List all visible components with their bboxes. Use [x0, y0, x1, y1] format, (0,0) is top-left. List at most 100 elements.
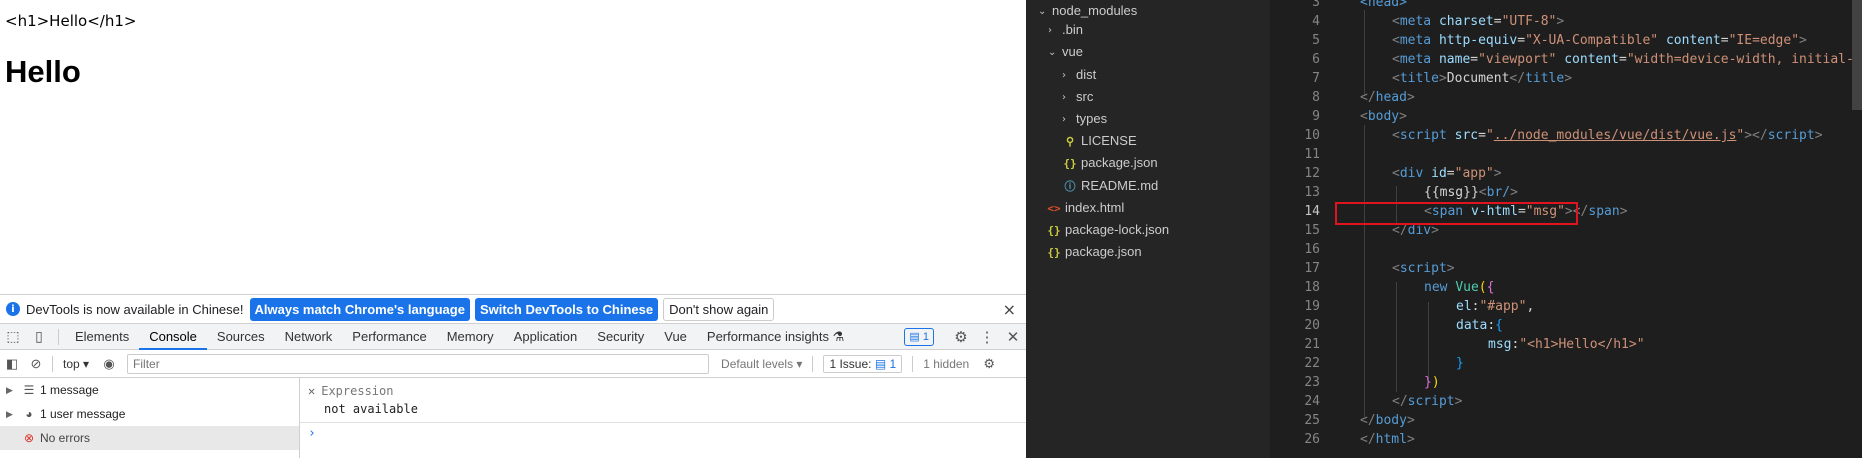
- tab-console[interactable]: Console: [139, 324, 207, 350]
- red-highlight-annotation: [1335, 202, 1578, 225]
- code-line: <script src="../node_modules/vue/dist/vu…: [1392, 128, 1823, 143]
- issues-label: 1 Issue:: [829, 356, 872, 371]
- folder-src[interactable]: › src: [1062, 86, 1093, 108]
- line-number: 20: [1304, 318, 1320, 333]
- file-license[interactable]: ⚲ LICENSE: [1062, 130, 1137, 152]
- code-line: }): [1424, 375, 1440, 390]
- file-index-html[interactable]: <> index.html: [1046, 197, 1124, 219]
- console-settings-icon[interactable]: ⚙: [977, 356, 1001, 372]
- info-icon: i: [6, 302, 20, 316]
- sidebar-toggle-icon[interactable]: ◧: [0, 356, 24, 372]
- eye-icon[interactable]: ◉: [97, 356, 121, 372]
- line-number-active: 14: [1304, 204, 1320, 219]
- sidebar-item-user-messages[interactable]: ▶ ◕ 1 user message: [0, 402, 299, 426]
- tab-sources[interactable]: Sources: [207, 324, 275, 350]
- file-package-json[interactable]: {} package.json: [1046, 241, 1142, 263]
- code-line: </head>: [1360, 90, 1415, 105]
- code-line: <head>: [1360, 0, 1407, 10]
- file-package-lock-json[interactable]: {} package-lock.json: [1046, 219, 1169, 241]
- tab-network[interactable]: Network: [275, 324, 343, 350]
- code-line: }: [1456, 356, 1464, 371]
- sidebar-item-messages[interactable]: ▶ ☰ 1 message: [0, 378, 299, 402]
- remove-expression-icon[interactable]: ✕: [308, 384, 315, 398]
- code-editor[interactable]: 3 4 5 6 7 8 9 10 11 12 13 14 15 16 17 18…: [1270, 0, 1862, 458]
- log-levels-dropdown[interactable]: Default levels ▾: [721, 357, 802, 371]
- console-sidebar: ▶ ☰ 1 message ▶ ◕ 1 user message ⊗ No er…: [0, 378, 300, 458]
- live-expression: ✕ Expression: [308, 384, 393, 398]
- code-line: el:"#app",: [1456, 299, 1535, 314]
- chevron-right-icon: ›: [1062, 69, 1066, 81]
- code-line: <meta http-equiv="X-UA-Compatible" conte…: [1392, 33, 1807, 48]
- inspect-element-icon[interactable]: ⬚: [0, 324, 26, 350]
- folder-bin[interactable]: › .bin: [1048, 19, 1083, 41]
- context-selector[interactable]: top ▾: [63, 357, 89, 371]
- log-levels-label: Default levels: [721, 356, 794, 371]
- issues-button[interactable]: 1 Issue: ▤ 1: [823, 354, 903, 373]
- page-viewport: <h1>Hello</h1> Hello: [0, 0, 1026, 294]
- chevron-right-icon: ›: [1062, 113, 1066, 125]
- explorer-item-label: package-lock.json: [1065, 222, 1170, 237]
- code-line: <title>Document</title>: [1392, 71, 1573, 86]
- json-file-icon: {}: [1047, 245, 1061, 259]
- explorer-item-label: package.json: [1081, 155, 1158, 170]
- console-prompt[interactable]: ›: [308, 426, 316, 441]
- folder-vue[interactable]: ⌄ vue: [1048, 41, 1083, 63]
- device-toolbar-icon[interactable]: ▯: [26, 324, 52, 350]
- error-icon: ⊗: [23, 431, 35, 445]
- explorer-item-label: package.json: [1065, 244, 1142, 259]
- line-number: 25: [1304, 413, 1320, 428]
- json-file-icon: {}: [1063, 156, 1077, 170]
- infobar-message: DevTools is now available in Chinese!: [26, 301, 244, 317]
- close-icon[interactable]: ×: [1003, 300, 1016, 319]
- explorer-item-label: LICENSE: [1081, 133, 1137, 148]
- folder-types[interactable]: › types: [1062, 108, 1107, 130]
- code-line: <body>: [1360, 109, 1407, 124]
- more-options-icon[interactable]: ⋮: [974, 328, 1000, 346]
- code-line: </html>: [1360, 432, 1415, 447]
- tab-memory[interactable]: Memory: [437, 324, 504, 350]
- sidebar-item-errors[interactable]: ⊗ No errors: [0, 426, 299, 450]
- explorer-item-label: types: [1076, 111, 1108, 126]
- license-icon: ⚲: [1065, 134, 1075, 148]
- code-line: </body>: [1360, 413, 1415, 428]
- line-number: 22: [1304, 356, 1320, 371]
- expand-arrow-icon: ▶: [6, 384, 13, 395]
- gear-icon[interactable]: ⚙: [948, 328, 974, 346]
- expression-value: not available: [324, 402, 418, 416]
- flask-icon: ⚗: [832, 328, 845, 344]
- line-number: 11: [1304, 147, 1320, 162]
- issues-badge[interactable]: ▤ 1: [904, 328, 934, 346]
- code-line: <meta charset="UTF-8">: [1392, 14, 1565, 29]
- line-number: 23: [1304, 375, 1320, 390]
- code-line: <script>: [1392, 261, 1455, 276]
- switch-devtools-chinese-button[interactable]: Switch DevTools to Chinese: [474, 297, 659, 321]
- tab-security[interactable]: Security: [587, 324, 654, 350]
- sidebar-item-label: 1 message: [40, 383, 99, 397]
- always-match-language-button[interactable]: Always match Chrome's language: [249, 297, 470, 321]
- editor-scrollbar[interactable]: [1852, 0, 1862, 110]
- tab-elements[interactable]: Elements: [65, 324, 139, 350]
- info-file-icon: ⓘ: [1064, 180, 1076, 193]
- file-explorer: ⌄ node_modules › .bin ⌄ vue › dist › src…: [1026, 0, 1270, 458]
- clear-console-icon[interactable]: ⊘: [24, 356, 48, 372]
- sidebar-item-label: No errors: [40, 431, 91, 445]
- explorer-item-label: .bin: [1062, 22, 1083, 37]
- tab-application[interactable]: Application: [504, 324, 588, 350]
- chevron-down-icon: ⌄: [1048, 46, 1057, 58]
- explorer-item-label: vue: [1062, 44, 1083, 59]
- explorer-item-label: index.html: [1065, 200, 1125, 215]
- folder-dist[interactable]: › dist: [1062, 64, 1096, 86]
- explorer-item-label: dist: [1076, 67, 1097, 82]
- tab-performance[interactable]: Performance: [342, 324, 436, 350]
- file-package-json-vue[interactable]: {} package.json: [1062, 152, 1158, 174]
- close-devtools-icon[interactable]: ✕: [1000, 328, 1026, 346]
- dont-show-again-button[interactable]: Don't show again: [663, 297, 775, 321]
- tab-performance-insights[interactable]: Performance insights ⚗: [697, 324, 854, 350]
- console-filter-input[interactable]: [127, 353, 710, 374]
- tab-vue[interactable]: Vue: [654, 324, 697, 350]
- chevron-right-icon: ›: [1062, 91, 1066, 103]
- file-readme[interactable]: ⓘ README.md: [1062, 175, 1159, 197]
- line-number: 7: [1312, 71, 1320, 86]
- line-number: 26: [1304, 432, 1320, 447]
- code-line: {{msg}}<br/>: [1424, 185, 1518, 200]
